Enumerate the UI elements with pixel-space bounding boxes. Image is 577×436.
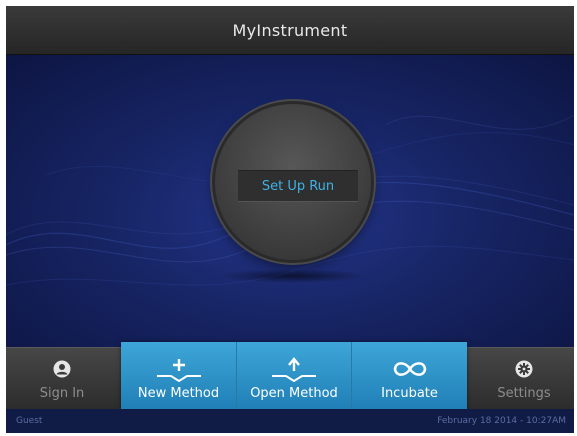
incubate-button[interactable]: Incubate (352, 348, 467, 410)
up-arrow-icon (272, 356, 316, 382)
open-method-button[interactable]: Open Method (237, 348, 351, 410)
settings-button[interactable]: Settings (484, 348, 564, 410)
bottom-toolbar: Sign In New Method Open Method Incubate … (6, 342, 574, 410)
main-area: Set Up Run (6, 55, 574, 347)
status-bar: Guest February 18 2014 - 10:27AM (6, 409, 574, 433)
set-up-run-button[interactable]: Set Up Run (238, 170, 358, 202)
current-user: Guest (16, 416, 43, 426)
open-method-label: Open Method (250, 386, 338, 401)
new-method-button[interactable]: New Method (121, 348, 236, 410)
primary-actions: New Method Open Method Incubate (121, 342, 467, 410)
run-dial: Set Up Run (215, 104, 371, 260)
incubate-label: Incubate (381, 386, 438, 401)
user-icon (53, 356, 71, 382)
app-title: MyInstrument (232, 20, 348, 40)
sign-in-label: Sign In (39, 386, 85, 401)
plus-arrow-icon (156, 356, 201, 382)
settings-label: Settings (497, 386, 551, 401)
infinity-icon (390, 356, 430, 382)
new-method-label: New Method (137, 386, 220, 401)
title-bar: MyInstrument (6, 6, 574, 55)
sign-in-button[interactable]: Sign In (26, 348, 98, 410)
date-time: February 18 2014 - 10:27AM (437, 416, 566, 426)
app-window: MyInstrument Set Up Run Sign In New Meth… (6, 6, 574, 433)
gear-icon (515, 356, 533, 382)
dial-shadow (218, 269, 368, 283)
